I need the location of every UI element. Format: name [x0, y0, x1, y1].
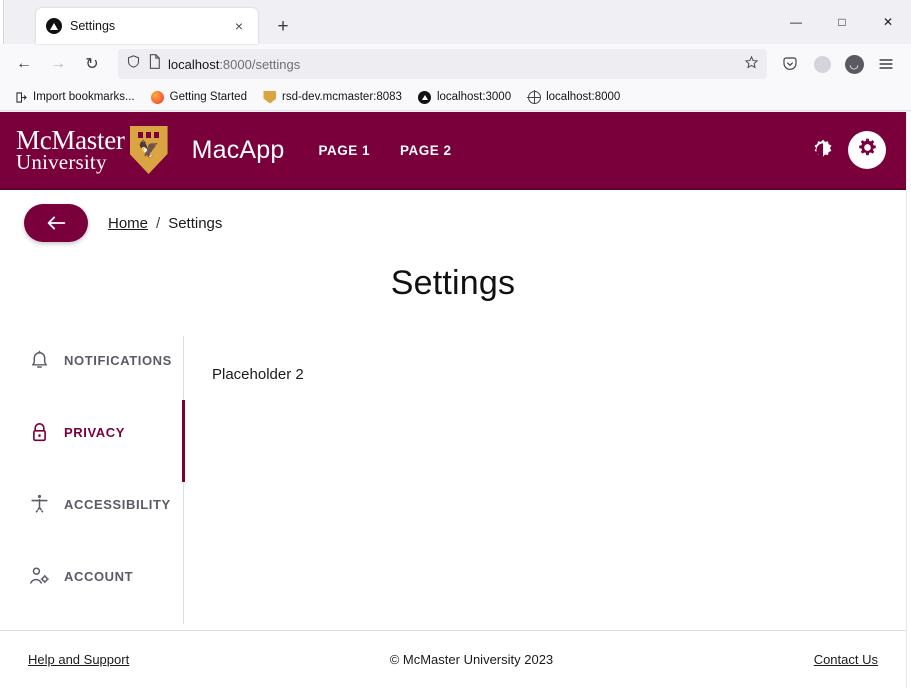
- toolbar-icons: ◡: [775, 49, 903, 79]
- back-icon[interactable]: ←: [8, 48, 40, 80]
- arrow-left-icon: [47, 216, 66, 230]
- maximize-icon[interactable]: □: [819, 6, 865, 38]
- account-gear-icon: [28, 564, 50, 588]
- minimize-icon[interactable]: —: [773, 6, 819, 38]
- browser-navbar: ← → ↻ localhost:8000/settings ◡: [0, 44, 911, 84]
- star-icon[interactable]: [744, 55, 759, 73]
- hamburger-menu-icon[interactable]: [871, 49, 901, 79]
- breadcrumb: Home / Settings: [108, 215, 222, 232]
- logo-wordmark: McMaster University: [16, 127, 125, 173]
- bookmarks-bar: Import bookmarks... Getting Started rsd-…: [0, 84, 911, 111]
- bookmark-localhost-3000[interactable]: localhost:3000: [412, 88, 517, 106]
- forward-icon[interactable]: →: [42, 48, 74, 80]
- background-window-sliver: [906, 112, 911, 688]
- settings-gear-button[interactable]: [848, 131, 886, 169]
- settings-tab-account[interactable]: ACCOUNT: [24, 552, 183, 600]
- extension-icon[interactable]: ◡: [839, 49, 869, 79]
- pocket-icon[interactable]: [775, 49, 805, 79]
- browser-titlebar: Settings × + — □ ✕: [0, 0, 911, 44]
- nav-link-page-2[interactable]: PAGE 2: [394, 137, 458, 164]
- settings-tab-notifications[interactable]: NOTIFICATIONS: [24, 336, 183, 384]
- dark-mode-toggle-icon[interactable]: [810, 137, 836, 163]
- bookmark-label: localhost:8000: [546, 91, 621, 103]
- gear-icon: [857, 137, 878, 163]
- globe-icon: [527, 90, 541, 104]
- bookmark-rsd-dev[interactable]: rsd-dev.mcmaster:8083: [257, 88, 408, 106]
- active-tab-indicator: [182, 400, 185, 482]
- import-icon: [14, 90, 28, 104]
- bell-icon: [28, 348, 50, 372]
- window-close-icon[interactable]: ✕: [865, 6, 911, 38]
- tab-strip: Settings × +: [0, 0, 298, 44]
- url-bar[interactable]: localhost:8000/settings: [118, 49, 767, 79]
- app-header: McMaster University 🦅 MacApp PAGE 1 PAGE…: [0, 112, 906, 190]
- window-edge-sliver: [0, 0, 4, 44]
- page-icon: [148, 54, 161, 74]
- page-footer: Help and Support © McMaster University 2…: [0, 630, 906, 688]
- bookmark-label: rsd-dev.mcmaster:8083: [281, 91, 402, 103]
- nextjs-triangle-icon: [418, 90, 432, 104]
- breadcrumb-home-link[interactable]: Home: [108, 215, 148, 232]
- bookmark-localhost-8000[interactable]: localhost:8000: [521, 88, 626, 106]
- settings-tab-label: NOTIFICATIONS: [64, 352, 172, 368]
- copyright-text: © McMaster University 2023: [389, 652, 554, 667]
- settings-tab-label: PRIVACY: [64, 424, 126, 440]
- firefox-icon: [151, 90, 165, 104]
- bookmark-label: Import bookmarks...: [33, 91, 135, 103]
- breadcrumb-current: Settings: [168, 214, 223, 232]
- settings-body: NOTIFICATIONS PRIVACY ACCESSIBILITY ACCO…: [0, 336, 906, 624]
- nextjs-triangle-icon: [46, 18, 62, 34]
- nav-link-page-1[interactable]: PAGE 1: [313, 137, 377, 164]
- mcmaster-logo[interactable]: McMaster University 🦅: [16, 126, 168, 174]
- logo-university-text: University: [16, 150, 107, 174]
- window-controls: — □ ✕: [773, 0, 911, 44]
- browser-tab-settings[interactable]: Settings ×: [36, 8, 258, 44]
- page-viewport: McMaster University 🦅 MacApp PAGE 1 PAGE…: [0, 112, 906, 688]
- breadcrumb-separator: /: [156, 214, 161, 232]
- settings-tab-label: ACCOUNT: [64, 568, 134, 584]
- mcmaster-crest-icon: 🦅: [129, 126, 168, 174]
- settings-tab-accessibility[interactable]: ACCESSIBILITY: [24, 480, 183, 528]
- close-icon[interactable]: ×: [230, 17, 248, 35]
- lock-icon: [28, 420, 50, 444]
- settings-tab-label: ACCESSIBILITY: [64, 496, 171, 512]
- help-and-support-link[interactable]: Help and Support: [28, 652, 129, 667]
- new-tab-button[interactable]: +: [268, 11, 298, 41]
- panel-placeholder-text: Placeholder 2: [212, 366, 304, 383]
- settings-tab-list: NOTIFICATIONS PRIVACY ACCESSIBILITY ACCO…: [24, 336, 185, 624]
- breadcrumb-row: Home / Settings: [0, 190, 906, 242]
- contact-us-link[interactable]: Contact Us: [814, 652, 878, 667]
- bookmark-label: localhost:3000: [436, 91, 512, 103]
- bookmark-label: Getting Started: [169, 91, 247, 103]
- page-title: Settings: [390, 264, 516, 302]
- tab-title: Settings: [70, 19, 116, 33]
- settings-tab-panel: Placeholder 2: [184, 336, 906, 624]
- browser-window: Settings × + — □ ✕ ← → ↻ localhost:8000/…: [0, 0, 911, 688]
- account-circle-icon[interactable]: [807, 49, 837, 79]
- url-text: localhost:8000/settings: [168, 56, 301, 72]
- app-nav-links: PAGE 1 PAGE 2: [313, 137, 458, 164]
- accessibility-icon: [28, 492, 50, 516]
- shield-icon: [126, 54, 141, 74]
- reload-icon[interactable]: ↻: [76, 48, 108, 80]
- settings-tab-privacy[interactable]: PRIVACY: [24, 408, 183, 456]
- bookmark-getting-started[interactable]: Getting Started: [145, 88, 253, 106]
- bookmark-import[interactable]: Import bookmarks...: [8, 88, 141, 106]
- back-button[interactable]: [24, 204, 88, 242]
- mcmaster-crest-icon: [263, 90, 277, 104]
- app-name: MacApp: [191, 135, 285, 164]
- header-actions: [810, 131, 886, 169]
